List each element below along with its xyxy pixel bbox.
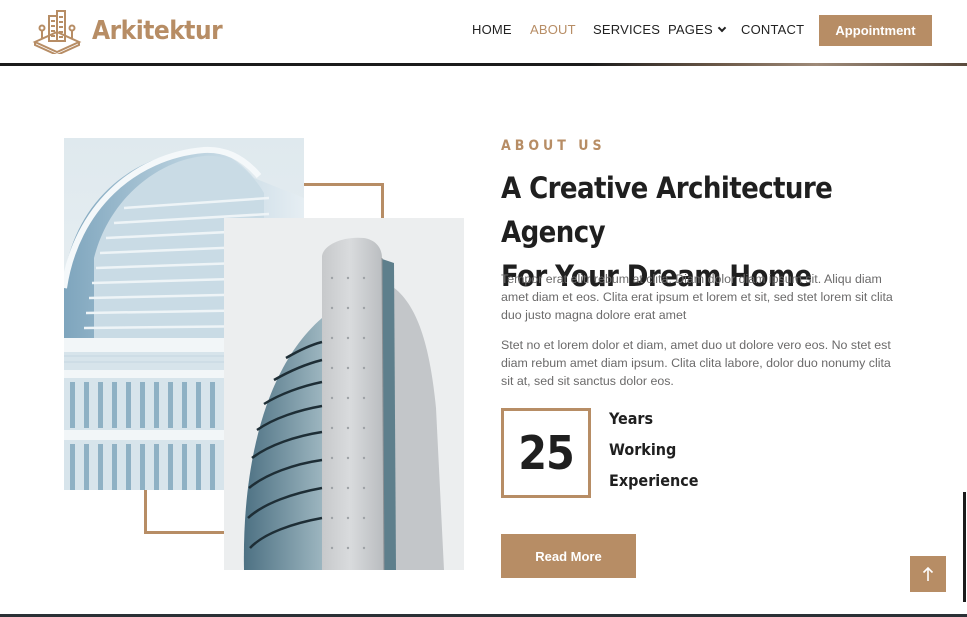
scrollbar-indicator (963, 492, 966, 602)
brand-name: Arkitektur (92, 16, 223, 46)
chevron-down-icon (717, 23, 727, 33)
nav-about[interactable]: ABOUT (530, 22, 576, 37)
nav-pages[interactable]: PAGES (668, 22, 727, 37)
navbar: Arkitektur HOME ABOUT SERVICES PAGES CON… (0, 0, 967, 63)
decorative-frame-top (300, 183, 384, 219)
section-eyebrow: ABOUT US (501, 138, 606, 154)
appointment-button[interactable]: Appointment (819, 15, 932, 46)
experience-label-line-1: Years (609, 409, 654, 428)
nav-services[interactable]: SERVICES (593, 22, 660, 37)
arrow-up-icon (922, 566, 934, 581)
headline-line-1: A Creative Architecture Agency (501, 171, 833, 249)
nav-contact[interactable]: CONTACT (741, 22, 804, 37)
read-more-button[interactable]: Read More (501, 534, 636, 578)
about-image-tower (224, 218, 464, 570)
experience-label-line-3: Experience (609, 471, 699, 490)
header-photo-strip (590, 63, 967, 66)
about-paragraph-2: Stet no et lorem dolor et diam, amet duo… (501, 338, 891, 388)
decorative-frame-bottom (144, 488, 228, 534)
building-logo-icon (32, 10, 82, 54)
experience-label-line-2: Working (609, 440, 677, 459)
brand-link[interactable]: Arkitektur (32, 8, 223, 54)
nav-pages-label: PAGES (668, 22, 713, 37)
back-to-top-button[interactable] (910, 556, 946, 592)
years-counter: 25 (501, 408, 591, 498)
nav-home[interactable]: HOME (472, 22, 512, 37)
about-paragraph-1: Tempor erat elitr rebum at clita. Diam d… (501, 272, 893, 322)
